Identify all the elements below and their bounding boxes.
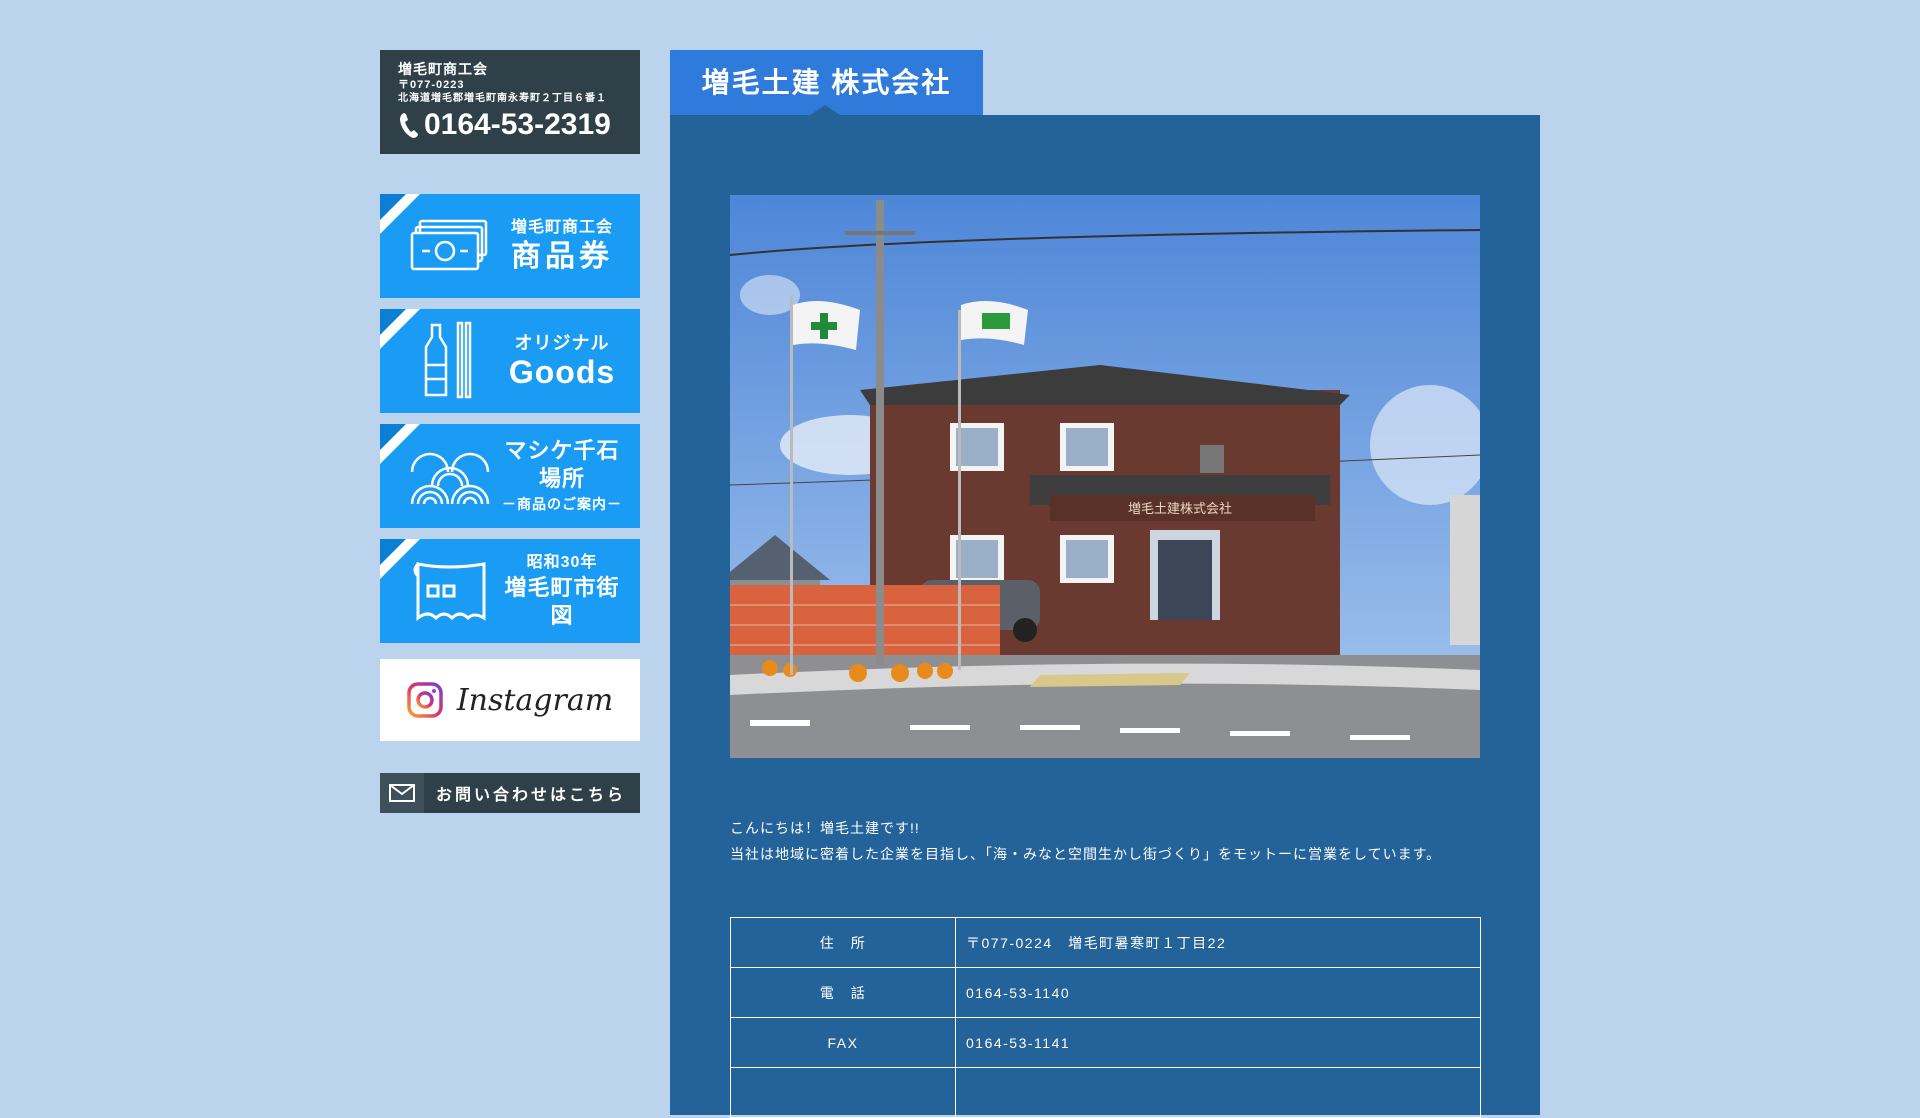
table-row <box>730 1067 1481 1118</box>
table-row: FAX 0164-53-1141 <box>730 1017 1481 1068</box>
goods-banner[interactable]: オリジナル Goods <box>380 309 640 413</box>
org-name: 増毛町商工会 <box>398 61 488 77</box>
contact-label: お問い合わせはこちら <box>436 787 627 804</box>
intro-line-1: こんにちは！増毛土建です!! <box>730 820 920 836</box>
company-photo: 増毛土建株式会社 <box>730 195 1480 758</box>
info-key-address: 住 所 <box>730 917 956 968</box>
voucher-banner[interactable]: 増毛町商工会 商品券 <box>380 194 640 298</box>
info-value-phone: 0164-53-1140 <box>955 967 1481 1018</box>
org-info-card[interactable]: 増毛町商工会 〒077-0223 北海道増毛郡増毛町南永寿町２丁目６番１ 016… <box>380 50 640 154</box>
info-key-fax: FAX <box>730 1017 956 1068</box>
instagram-icon <box>407 682 443 718</box>
info-key-phone: 電 話 <box>730 967 956 1018</box>
page-title: 増毛土建 株式会社 <box>670 50 983 115</box>
info-value-address: 〒077-0224 増毛町暑寒町１丁目22 <box>955 917 1481 968</box>
table-row: 住 所 〒077-0224 増毛町暑寒町１丁目22 <box>730 917 1481 968</box>
voucher-banner-title: 商品券 <box>511 240 613 273</box>
org-phone: 0164-53-2319 <box>398 110 624 140</box>
map-banner-small: 昭和30年 <box>526 554 598 571</box>
info-value-extra <box>955 1067 1481 1118</box>
company-info-table: 住 所 〒077-0224 増毛町暑寒町１丁目22 電 話 0164-53-11… <box>730 917 1481 1118</box>
org-zip: 〒077-0223 <box>398 79 465 91</box>
intro-line-2: 当社は地域に密着した企業を目指し、「海・みなと空間生かし街づくり」をモットーに営… <box>730 846 1442 862</box>
page-title-text: 増毛土建 株式会社 <box>701 67 952 98</box>
map-banner[interactable]: 昭和30年 増毛町市街図 <box>380 539 640 643</box>
instagram-link[interactable]: Instagram <box>380 659 640 741</box>
org-phone-number: 0164-53-2319 <box>424 108 611 141</box>
voucher-banner-small: 増毛町商工会 <box>510 219 613 236</box>
info-value-fax: 0164-53-1141 <box>955 1017 1481 1068</box>
contact-button[interactable]: お問い合わせはこちら <box>380 773 640 813</box>
goods-banner-small: オリジナル <box>514 333 610 353</box>
phone-icon <box>400 113 418 138</box>
instagram-label: Instagram <box>456 682 614 718</box>
org-address: 北海道増毛郡増毛町南永寿町２丁目６番１ <box>398 93 607 104</box>
goods-banner-title: Goods <box>508 354 616 390</box>
info-key-extra <box>730 1067 956 1118</box>
main-content: 増毛土建 株式会社 増毛土建株式会社 こんにちは！増毛土建です!! 当社は地域に… <box>670 50 1540 1118</box>
building-sign: 増毛土建株式会社 <box>1128 501 1232 516</box>
mail-icon <box>380 773 424 813</box>
table-row: 電 話 0164-53-1140 <box>730 967 1481 1018</box>
company-panel: 増毛土建株式会社 こんにちは！増毛土建です!! 当社は地域に密着した企業を目指し… <box>670 115 1540 1118</box>
intro-text: こんにちは！増毛土建です!! 当社は地域に密着した企業を目指し、「海・みなと空間… <box>730 815 1441 867</box>
mashike-banner-title: マシケ千石場所 <box>504 438 620 491</box>
map-banner-title: 増毛町市街図 <box>504 575 620 628</box>
sidebar: 増毛町商工会 〒077-0223 北海道増毛郡増毛町南永寿町２丁目６番１ 016… <box>380 50 640 813</box>
mashike-banner-sub: －商品のご案内－ <box>502 496 622 512</box>
mashike-banner[interactable]: マシケ千石場所 －商品のご案内－ <box>380 424 640 528</box>
